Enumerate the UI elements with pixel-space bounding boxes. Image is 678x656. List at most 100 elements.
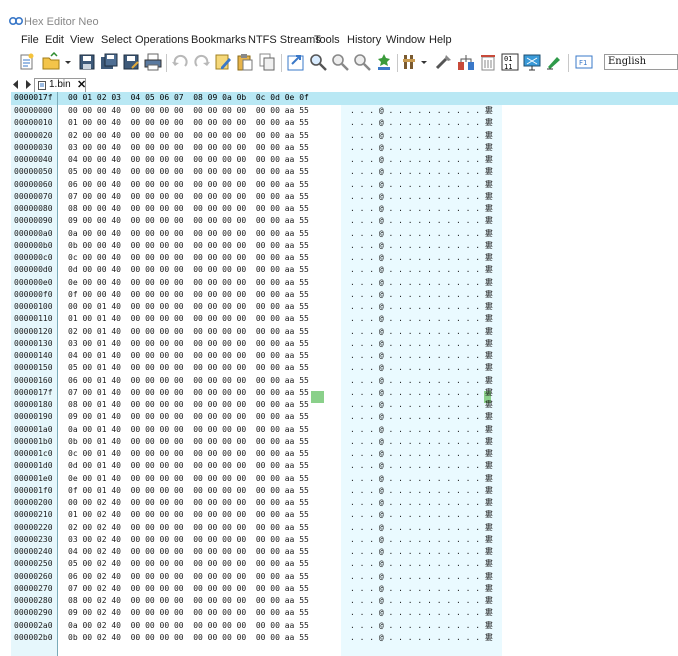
monitor-icon[interactable] xyxy=(522,52,542,72)
hex-row[interactable]: 000000a0 0a 00 00 40 00 00 00 00 00 00 00… xyxy=(0,228,678,240)
structure-icon[interactable] xyxy=(456,52,476,72)
menu-file[interactable]: File xyxy=(21,34,39,46)
hex-row[interactable]: 00000070 07 00 00 40 00 00 00 00 00 00 00… xyxy=(0,191,678,203)
row-offset: 00000130 xyxy=(14,338,53,348)
hex-row[interactable]: 00000060 06 00 00 40 00 00 00 00 00 00 00… xyxy=(0,179,678,191)
hex-row[interactable]: 00000050 05 00 00 40 00 00 00 00 00 00 00… xyxy=(0,166,678,178)
edit-icon[interactable] xyxy=(213,52,233,72)
hex-row[interactable]: 00000090 09 00 00 40 00 00 00 00 00 00 00… xyxy=(0,215,678,227)
export-icon[interactable] xyxy=(286,52,306,72)
redo-icon[interactable] xyxy=(192,52,212,72)
binary-view-icon[interactable]: 0111 xyxy=(500,52,520,72)
hex-row[interactable]: 000001a0 0a 00 01 40 00 00 00 00 00 00 00… xyxy=(0,424,678,436)
row-ascii: . . . @ . . . . . . . . . . 婁 xyxy=(350,142,493,152)
row-hex-bytes: 04 00 01 40 00 00 00 00 00 00 00 00 00 0… xyxy=(68,351,309,360)
menu-operations[interactable]: Operations xyxy=(135,34,189,46)
hex-row[interactable]: 00000230 03 00 02 40 00 00 00 00 00 00 00… xyxy=(0,534,678,546)
hex-row[interactable]: 000000f0 0f 00 00 40 00 00 00 00 00 00 00… xyxy=(0,289,678,301)
hex-row[interactable]: 00000110 01 00 01 40 00 00 00 00 00 00 00… xyxy=(0,313,678,325)
hex-row[interactable]: 00000250 05 00 02 40 00 00 00 00 00 00 00… xyxy=(0,558,678,570)
menu-window[interactable]: Window xyxy=(386,34,425,46)
hex-row[interactable]: 00000160 06 00 01 40 00 00 00 00 00 00 00… xyxy=(0,375,678,387)
column-header-labels: 00 01 02 03 04 05 06 07 08 09 0a 0b 0c 0… xyxy=(68,93,309,102)
hex-row[interactable]: 00000240 04 00 02 40 00 00 00 00 00 00 00… xyxy=(0,546,678,558)
hex-row[interactable]: 00000190 09 00 01 40 00 00 00 00 00 00 00… xyxy=(0,411,678,423)
hex-row[interactable]: 00000290 09 00 02 40 00 00 00 00 00 00 00… xyxy=(0,607,678,619)
undo-icon[interactable] xyxy=(170,52,190,72)
hex-row[interactable]: 000000e0 0e 00 00 40 00 00 00 00 00 00 00… xyxy=(0,277,678,289)
row-ascii: . . . @ . . . . . . . . . . 婁 xyxy=(350,559,493,569)
hex-row[interactable]: 00000280 08 00 02 40 00 00 00 00 00 00 00… xyxy=(0,595,678,607)
hex-row[interactable]: 000000d0 0d 00 00 40 00 00 00 00 00 00 00… xyxy=(0,264,678,276)
hex-row[interactable]: 000000b0 0b 00 00 40 00 00 00 00 00 00 00… xyxy=(0,240,678,252)
hex-row[interactable]: 00000100 00 00 01 40 00 00 00 00 00 00 00… xyxy=(0,301,678,313)
hex-row[interactable]: 00000270 07 00 02 40 00 00 00 00 00 00 00… xyxy=(0,583,678,595)
tab-scroll-arrows-icon[interactable] xyxy=(12,79,32,90)
bookmark-icon[interactable] xyxy=(374,52,394,72)
menu-edit[interactable]: Edit xyxy=(45,34,64,46)
menu-select[interactable]: Select xyxy=(101,34,132,46)
find-previous-icon[interactable] xyxy=(352,52,372,72)
close-icon[interactable]: ✕ xyxy=(77,78,86,91)
find-icon[interactable] xyxy=(308,52,328,72)
menu-help[interactable]: Help xyxy=(429,34,452,46)
hex-row[interactable]: 000000c0 0c 00 00 40 00 00 00 00 00 00 00… xyxy=(0,252,678,264)
hex-row[interactable]: 000002b0 0b 00 02 40 00 00 00 00 00 00 00… xyxy=(0,632,678,644)
hex-row[interactable]: 00000000 00 00 00 40 00 00 00 00 00 00 00… xyxy=(0,105,678,117)
hex-row[interactable]: 000001f0 0f 00 01 40 00 00 00 00 00 00 00… xyxy=(0,485,678,497)
hex-row[interactable]: 00000140 04 00 01 40 00 00 00 00 00 00 00… xyxy=(0,350,678,362)
hex-row[interactable]: 000001d0 0d 00 01 40 00 00 00 00 00 00 00… xyxy=(0,460,678,472)
hex-row[interactable]: 00000130 03 00 01 40 00 00 00 00 00 00 00… xyxy=(0,338,678,350)
save-as-icon[interactable] xyxy=(121,52,141,72)
row-hex-bytes: 0c 00 00 40 00 00 00 00 00 00 00 00 00 0… xyxy=(68,253,309,262)
tools-icon[interactable] xyxy=(434,52,454,72)
hex-row[interactable]: 00000020 02 00 00 40 00 00 00 00 00 00 00… xyxy=(0,130,678,142)
window-title: Hex Editor Neo xyxy=(24,16,99,28)
row-ascii: . . . @ . . . . . . . . . . 婁 xyxy=(350,118,493,128)
chevron-down-icon[interactable] xyxy=(64,52,72,72)
hex-row[interactable]: 00000200 00 00 02 40 00 00 00 00 00 00 00… xyxy=(0,497,678,509)
menu-view[interactable]: View xyxy=(70,34,94,46)
hex-row[interactable]: 000001c0 0c 00 01 40 00 00 00 00 00 00 00… xyxy=(0,448,678,460)
open-folder-icon[interactable] xyxy=(41,52,61,72)
hex-row[interactable]: 00000040 04 00 00 40 00 00 00 00 00 00 00… xyxy=(0,154,678,166)
row-hex-bytes: 03 00 01 40 00 00 00 00 00 00 00 00 00 0… xyxy=(68,338,309,348)
find-next-icon[interactable] xyxy=(330,52,350,72)
row-offset: 00000100 xyxy=(14,302,53,311)
hex-row[interactable]: 000001e0 0e 00 01 40 00 00 00 00 00 00 00… xyxy=(0,473,678,485)
hex-row[interactable]: 00000210 01 00 02 40 00 00 00 00 00 00 00… xyxy=(0,509,678,521)
print-icon[interactable] xyxy=(143,52,163,72)
menu-bookmarks[interactable]: Bookmarks xyxy=(191,34,246,46)
hex-row[interactable]: 00000010 01 00 00 40 00 00 00 00 00 00 00… xyxy=(0,117,678,129)
help-icon[interactable]: F1 xyxy=(574,52,594,72)
copy-icon[interactable] xyxy=(257,52,277,72)
menu-tools[interactable]: Tools xyxy=(314,34,340,46)
hex-row[interactable]: 00000220 02 00 02 40 00 00 00 00 00 00 00… xyxy=(0,522,678,534)
hex-row[interactable]: 00000120 02 00 01 40 00 00 00 00 00 00 00… xyxy=(0,326,678,338)
hex-row[interactable]: 00000030 03 00 00 40 00 00 00 00 00 00 00… xyxy=(0,142,678,154)
hex-row[interactable]: 00000180 08 00 01 40 00 00 00 00 00 00 00… xyxy=(0,399,678,411)
hex-row[interactable]: 00000080 08 00 00 40 00 00 00 00 00 00 00… xyxy=(0,203,678,215)
settings-icon[interactable] xyxy=(401,52,421,72)
menu-history[interactable]: History xyxy=(347,34,381,46)
save-icon[interactable] xyxy=(77,52,97,72)
tab-file[interactable]: 1.bin ✕ xyxy=(34,78,86,92)
row-hex-bytes: 08 00 01 40 00 00 00 00 00 00 00 00 00 0… xyxy=(68,400,309,409)
new-file-icon[interactable] xyxy=(16,52,36,72)
save-all-icon[interactable] xyxy=(99,52,119,72)
hex-row[interactable]: 000001b0 0b 00 01 40 00 00 00 00 00 00 00… xyxy=(0,436,678,448)
toolbar-separator xyxy=(166,54,167,72)
chevron-down-icon[interactable] xyxy=(420,52,428,72)
row-hex-bytes: 08 00 02 40 00 00 00 00 00 00 00 00 00 0… xyxy=(68,596,309,605)
row-offset: 000001c0 xyxy=(14,449,53,458)
menu-ntfs-streams[interactable]: NTFS Streams xyxy=(248,34,321,46)
language-select[interactable]: English xyxy=(604,54,678,70)
delete-icon[interactable] xyxy=(478,52,498,72)
hex-row[interactable]: 00000150 05 00 01 40 00 00 00 00 00 00 00… xyxy=(0,362,678,374)
paste-icon[interactable] xyxy=(235,52,255,72)
file-icon xyxy=(38,81,46,90)
hex-row[interactable]: 00000260 06 00 02 40 00 00 00 00 00 00 00… xyxy=(0,571,678,583)
highlight-icon[interactable] xyxy=(544,52,564,72)
hex-row[interactable]: 000002a0 0a 00 02 40 00 00 00 00 00 00 00… xyxy=(0,620,678,632)
hex-row[interactable]: 0000017f 07 00 01 40 00 00 00 00 00 00 00… xyxy=(0,387,678,399)
